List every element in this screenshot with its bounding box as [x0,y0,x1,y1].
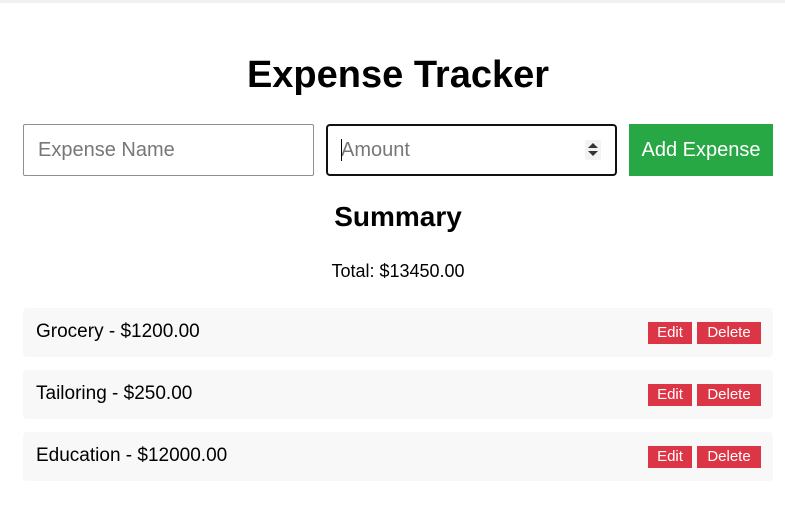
expense-text: Grocery - $1200.00 [36,321,200,342]
delete-button[interactable]: Delete [697,384,761,406]
add-expense-button[interactable]: Add Expense [629,124,773,176]
edit-button[interactable]: Edit [648,322,692,344]
edit-button[interactable]: Edit [648,446,692,468]
app-frame: Expense Tracker Add Expense Summary Tota… [0,0,785,522]
expense-name-input[interactable] [23,124,314,176]
total-amount: Total: $13450.00 [331,261,465,281]
top-border [0,0,785,3]
spinner-arrows-icon[interactable] [585,140,601,160]
edit-button[interactable]: Edit [648,384,692,406]
expense-form: Add Expense [23,124,773,176]
expense-text: Tailoring - $250.00 [36,383,193,404]
page-title: Expense Tracker [246,54,550,96]
amount-input[interactable] [328,126,578,174]
expense-text: Education - $12000.00 [36,445,228,466]
spin-up-icon[interactable] [588,143,598,148]
delete-button[interactable]: Delete [697,446,761,468]
list-item: Education - $12000.00 Edit Delete [23,432,773,481]
delete-button[interactable]: Delete [697,322,761,344]
spin-down-icon[interactable] [588,151,598,156]
expense-list: Grocery - $1200.00 Edit Delete Tailoring… [23,308,773,494]
text-caret [341,139,342,161]
list-item: Grocery - $1200.00 Edit Delete [23,308,773,357]
list-item: Tailoring - $250.00 Edit Delete [23,370,773,419]
amount-field[interactable] [326,124,617,176]
summary-title: Summary [334,201,462,232]
